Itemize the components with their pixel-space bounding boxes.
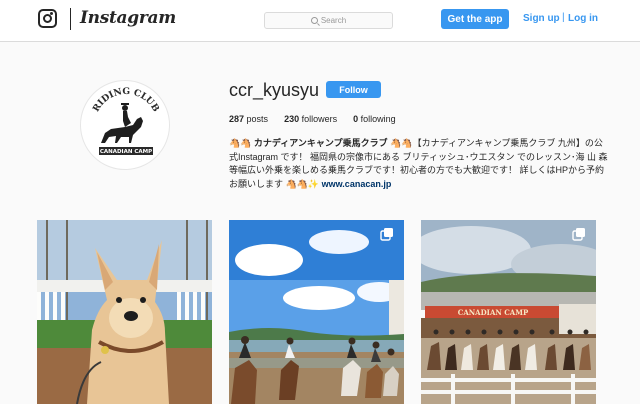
- get-the-app-button[interactable]: Get the app: [441, 9, 509, 29]
- followers-label: followers: [301, 114, 338, 124]
- ranch-arena-photo: CANADIAN CAMP: [421, 220, 596, 404]
- posts-count: 287: [229, 114, 245, 124]
- following-count: 0: [353, 114, 359, 124]
- instagram-wordmark[interactable]: Instagram: [80, 8, 176, 28]
- followers-stat[interactable]: 230 followers: [284, 114, 337, 124]
- post-thumbnail-2[interactable]: [229, 220, 404, 404]
- top-navigation-bar: Instagram Search Get the app Sign up | L…: [0, 0, 640, 42]
- profile-stats: 287 posts 230 followers 0 following: [229, 114, 396, 124]
- search-input[interactable]: Search: [264, 12, 393, 29]
- bio-name: 🐴🐴 カナディアンキャンプ乗馬クラブ 🐴🐴: [229, 138, 413, 148]
- avatar-camp-text: CANADIAN CAMP: [100, 149, 152, 155]
- search-placeholder: Search: [320, 16, 347, 25]
- riding-club-logo: RIDING CLUB CANADIAN CAMP: [91, 87, 161, 155]
- profile-avatar[interactable]: RIDING CLUB CANADIAN CAMP: [80, 80, 170, 170]
- profile-username: ccr_kyusyu: [229, 80, 320, 100]
- following-label: following: [360, 114, 396, 124]
- followers-count: 230: [284, 114, 300, 124]
- following-stat[interactable]: 0 following: [353, 114, 396, 124]
- post-thumbnail-1[interactable]: [37, 220, 212, 404]
- logo-divider: [70, 8, 71, 30]
- bio-website-link[interactable]: www.canacan.jp: [322, 179, 392, 189]
- dog-photo: [37, 220, 212, 404]
- post-thumbnail-3[interactable]: CANADIAN CAMP: [421, 220, 596, 404]
- arena-sign-text: CANADIAN CAMP: [458, 308, 529, 317]
- profile-bio: 🐴🐴 カナディアンキャンプ乗馬クラブ 🐴🐴【カナディアンキャンプ乗馬クラブ 九州…: [229, 137, 609, 191]
- follow-button[interactable]: Follow: [326, 81, 381, 98]
- posts-stat: 287 posts: [229, 114, 268, 124]
- instagram-camera-icon[interactable]: [38, 9, 57, 28]
- multiple-posts-icon: [572, 228, 585, 241]
- search-icon: [310, 17, 318, 24]
- log-in-link[interactable]: Log in: [568, 13, 598, 24]
- sign-up-link[interactable]: Sign up: [523, 13, 560, 24]
- header-separator: |: [562, 12, 565, 23]
- beach-riding-photo: [229, 220, 404, 404]
- multiple-posts-icon: [380, 228, 393, 241]
- posts-label: posts: [246, 114, 269, 124]
